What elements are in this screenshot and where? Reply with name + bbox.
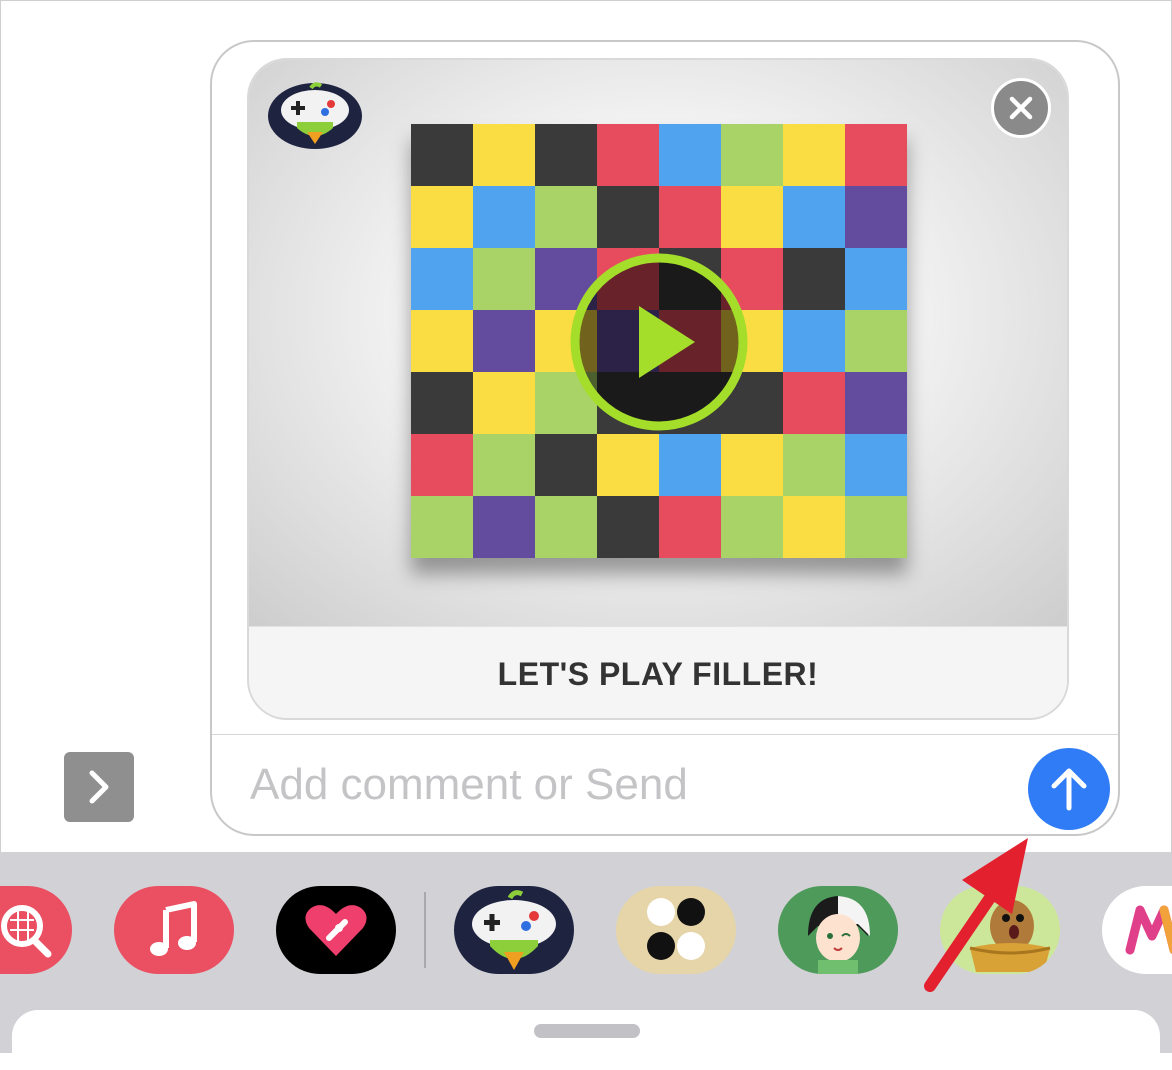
arrow-up-icon — [1051, 768, 1087, 811]
bottom-sheet — [12, 1010, 1160, 1070]
board-tile — [411, 186, 473, 248]
play-icon[interactable] — [567, 250, 751, 434]
board-tile — [845, 124, 907, 186]
cartoon-character-icon — [969, 900, 1051, 972]
app-anime-avatar[interactable] — [778, 886, 898, 974]
board-tile — [411, 496, 473, 558]
board-tile — [411, 434, 473, 496]
board-tile — [783, 310, 845, 372]
board-tile — [411, 310, 473, 372]
board-tile — [473, 248, 535, 310]
drawer-separator — [424, 892, 426, 968]
board-tile — [783, 372, 845, 434]
search-images-icon — [1, 905, 52, 958]
board-tile — [535, 186, 597, 248]
board-tile — [845, 310, 907, 372]
board-tile — [597, 124, 659, 186]
game-preview[interactable] — [249, 60, 1067, 626]
board-tile — [721, 496, 783, 558]
board-tile — [721, 434, 783, 496]
board-tile — [783, 496, 845, 558]
gamepigeon-icon — [472, 890, 556, 970]
compose-divider — [212, 734, 1118, 735]
send-button[interactable] — [1028, 748, 1110, 830]
close-button[interactable] — [991, 78, 1051, 138]
app-search-images[interactable] — [0, 886, 72, 974]
sheet-grabber[interactable] — [534, 1024, 640, 1038]
digital-touch-icon — [305, 905, 367, 956]
board-tile — [473, 496, 535, 558]
board-tile — [597, 186, 659, 248]
board-tile — [721, 124, 783, 186]
app-gamepigeon[interactable] — [454, 886, 574, 974]
board-tile — [845, 372, 907, 434]
board-tile — [535, 124, 597, 186]
board-tile — [845, 248, 907, 310]
board-tile — [783, 434, 845, 496]
board-tile — [473, 372, 535, 434]
board-tile — [411, 124, 473, 186]
board-tile — [783, 124, 845, 186]
anime-avatar-icon — [808, 896, 870, 974]
app-drawer — [0, 852, 1172, 1070]
board-tile — [659, 434, 721, 496]
board-tile — [597, 434, 659, 496]
app-digital-touch[interactable] — [276, 886, 396, 974]
board-tile — [845, 186, 907, 248]
gamepigeon-badge-icon — [268, 82, 362, 149]
board-tile — [721, 186, 783, 248]
board-tile — [535, 496, 597, 558]
board-tile — [783, 186, 845, 248]
board-tile — [845, 434, 907, 496]
music-icon — [150, 901, 197, 956]
board-tile — [473, 310, 535, 372]
app-music[interactable] — [114, 886, 234, 974]
board-tile — [845, 496, 907, 558]
four-dots-game-icon — [647, 898, 705, 960]
game-invite-card[interactable]: LET'S PLAY FILLER! — [247, 58, 1069, 720]
board-tile — [659, 496, 721, 558]
app-m[interactable] — [1102, 886, 1172, 974]
board-tile — [411, 372, 473, 434]
board-tile — [783, 248, 845, 310]
app-four-dots[interactable] — [616, 886, 736, 974]
board-tile — [535, 434, 597, 496]
app-cartoon-character[interactable] — [940, 886, 1060, 974]
board-tile — [597, 496, 659, 558]
m-app-icon — [1125, 905, 1172, 955]
close-icon — [1009, 96, 1033, 120]
board-tile — [659, 186, 721, 248]
chevron-right-icon — [89, 770, 109, 804]
expand-apps-button[interactable] — [64, 752, 134, 822]
compose-field: LET'S PLAY FILLER! — [210, 40, 1120, 836]
board-tile — [473, 124, 535, 186]
board-tile — [411, 248, 473, 310]
board-tile — [659, 124, 721, 186]
board-tile — [473, 186, 535, 248]
comment-input[interactable] — [248, 754, 1012, 816]
card-title: LET'S PLAY FILLER! — [249, 626, 1067, 718]
board-tile — [473, 434, 535, 496]
